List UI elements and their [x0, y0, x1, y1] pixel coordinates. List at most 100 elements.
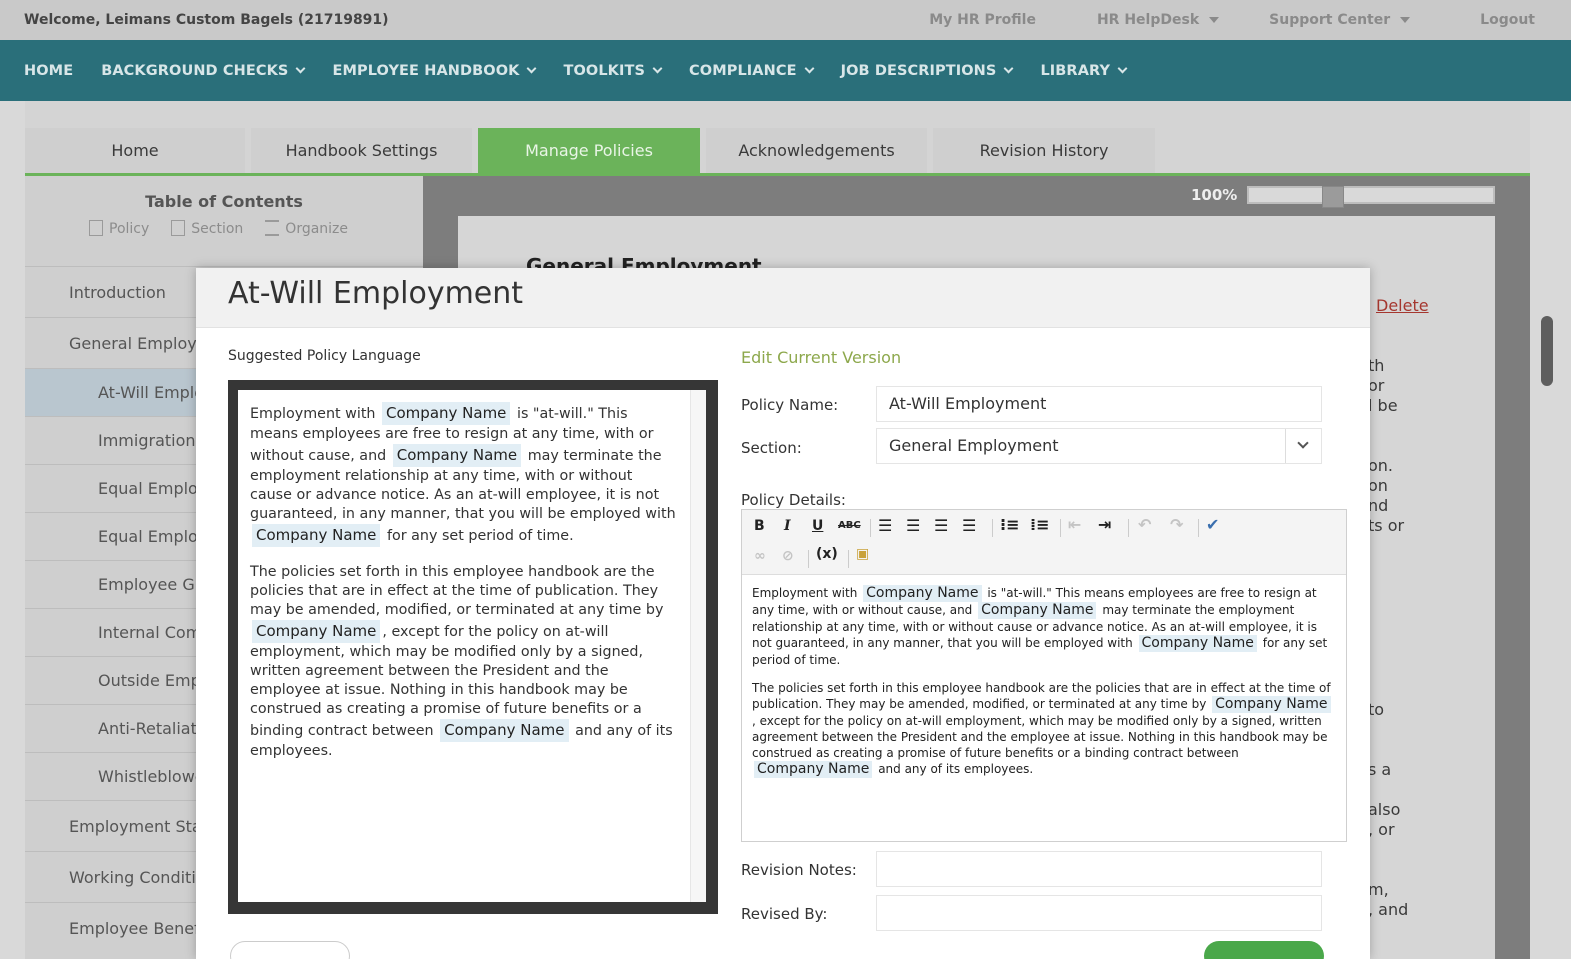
spellcheck-icon[interactable]: ✔ — [1206, 515, 1219, 534]
toolbar-separator — [848, 550, 849, 568]
suggested-paragraph: The policies set forth in this employee … — [250, 563, 678, 761]
strikethrough-button[interactable]: ABC — [838, 520, 861, 531]
text-run: , except for the policy on at-will emplo… — [752, 714, 1328, 760]
bullet-list-icon[interactable]: ⁝≡ — [1000, 515, 1019, 534]
caret-down-icon — [1209, 17, 1220, 23]
tab-manage-policies[interactable]: Manage Policies — [478, 128, 700, 173]
merge-tag: Company Name — [754, 761, 873, 778]
text-run: for any set period of time. — [386, 528, 574, 544]
section-label: Section: — [741, 439, 802, 457]
doc-text-fragment: , or — [1368, 820, 1395, 839]
section-select[interactable]: General Employment — [876, 428, 1322, 464]
top-links: My HR Profile HR HelpDesk Support Center… — [929, 12, 1547, 28]
justify-icon[interactable]: ☰ — [962, 516, 976, 535]
policy-name-input[interactable]: At-Will Employment — [876, 386, 1322, 422]
tab-revision-history[interactable]: Revision History — [933, 128, 1155, 173]
delete-link[interactable]: Delete — [1376, 296, 1429, 315]
merge-tag: Company Name — [1138, 635, 1257, 652]
suggested-scrollbar[interactable] — [690, 390, 706, 902]
policy-details-label: Policy Details: — [741, 491, 846, 509]
italic-button[interactable]: I — [784, 518, 791, 534]
save-button[interactable] — [1204, 941, 1324, 959]
revised-by-input[interactable] — [876, 895, 1322, 931]
organize-button[interactable]: Organize — [265, 220, 348, 237]
text-run: The policies set forth in this employee … — [250, 564, 664, 618]
numbered-list-icon[interactable]: ⁞≡ — [1030, 515, 1049, 534]
add-document-icon — [89, 220, 103, 236]
tab-home[interactable]: Home — [25, 128, 245, 173]
tab-acknowledgements[interactable]: Acknowledgements — [706, 128, 927, 173]
add-section-button[interactable]: Section — [171, 220, 243, 237]
merge-tag: Company Name — [252, 524, 381, 547]
insert-variable-icon[interactable]: (x) — [816, 546, 838, 562]
zoom-slider-thumb[interactable] — [1322, 186, 1344, 208]
suggested-language-box: Employment with Company Name is "at-will… — [228, 380, 718, 914]
support-center-label: Support Center — [1269, 12, 1391, 28]
edit-current-version-title: Edit Current Version — [741, 348, 902, 367]
hr-helpdesk-link[interactable]: HR HelpDesk — [1097, 12, 1220, 28]
nav-toolkits[interactable]: TOOLKITS — [563, 62, 663, 79]
align-left-icon[interactable]: ☰ — [878, 516, 892, 535]
support-center-link[interactable]: Support Center — [1269, 12, 1411, 28]
tab-handbook-settings[interactable]: Handbook Settings — [251, 128, 472, 173]
chevron-down-icon[interactable] — [1285, 429, 1321, 463]
align-center-icon[interactable]: ☰ — [906, 516, 920, 535]
chevron-down-icon — [1117, 63, 1128, 74]
revision-notes-input[interactable] — [876, 851, 1322, 887]
toolbar-separator — [1198, 519, 1199, 537]
nav-label: EMPLOYEE HANDBOOK — [332, 62, 520, 79]
bold-button[interactable]: B — [754, 518, 765, 534]
indent-icon[interactable]: ⇥ — [1098, 515, 1111, 534]
doc-text-fragment: or — [1368, 376, 1385, 395]
chevron-down-icon — [1003, 63, 1014, 74]
nav-job-descriptions[interactable]: JOB DESCRIPTIONS — [840, 62, 1014, 79]
add-policy-label: Policy — [109, 221, 150, 237]
merge-tag: Company Name — [382, 402, 511, 425]
main-nav: HOME BACKGROUND CHECKS EMPLOYEE HANDBOOK… — [0, 40, 1571, 101]
paste-from-word-icon[interactable]: ▣ — [856, 546, 869, 562]
nav-employee-handbook[interactable]: EMPLOYEE HANDBOOK — [332, 62, 537, 79]
outdent-icon[interactable]: ⇤ — [1068, 515, 1081, 534]
toolbar-separator — [992, 519, 993, 537]
nav-label: LIBRARY — [1040, 62, 1111, 79]
rich-text-editor[interactable]: B I U ABC ☰ ☰ ☰ ☰ ⁝≡ ⁞≡ ⇤ ⇥ ↶ ↷ ✔ ∞ ⊘ (x… — [741, 509, 1347, 842]
toolbar-separator — [1060, 519, 1061, 537]
nav-compliance[interactable]: COMPLIANCE — [689, 62, 815, 79]
nav-label: HOME — [24, 62, 74, 79]
add-policy-button[interactable]: Policy — [89, 220, 149, 237]
merge-tag: Company Name — [440, 719, 569, 742]
nav-label: BACKGROUND CHECKS — [101, 62, 289, 79]
suggested-label: Suggested Policy Language — [228, 348, 421, 364]
doc-text-fragment: ts or — [1368, 516, 1405, 535]
align-right-icon[interactable]: ☰ — [934, 516, 948, 535]
organize-icon — [265, 220, 280, 236]
nav-library[interactable]: LIBRARY — [1040, 62, 1128, 79]
nav-label: TOOLKITS — [563, 62, 646, 79]
doc-text-fragment: also — [1368, 800, 1401, 819]
link-icon[interactable]: ∞ — [754, 548, 766, 564]
unlink-icon[interactable]: ⊘ — [782, 548, 794, 564]
editor-toolbar: B I U ABC ☰ ☰ ☰ ☰ ⁝≡ ⁞≡ ⇤ ⇥ ↶ ↷ ✔ ∞ ⊘ (x… — [742, 510, 1346, 575]
top-bar: Welcome, Leimans Custom Bagels (21719891… — [0, 0, 1571, 40]
logout-link[interactable]: Logout — [1480, 12, 1535, 28]
my-hr-profile-link[interactable]: My HR Profile — [929, 12, 1036, 28]
nav-background-checks[interactable]: BACKGROUND CHECKS — [101, 62, 306, 79]
redo-icon[interactable]: ↷ — [1170, 515, 1183, 534]
undo-icon[interactable]: ↶ — [1138, 515, 1151, 534]
cancel-button[interactable] — [230, 941, 350, 959]
editor-content[interactable]: Employment with Company Name is "at-will… — [742, 575, 1346, 800]
revision-notes-label: Revision Notes: — [741, 861, 857, 879]
zoom-label: 100% — [1191, 186, 1238, 204]
doc-scrollbar[interactable] — [1541, 316, 1553, 386]
zoom-slider[interactable] — [1247, 186, 1495, 208]
toolbar-separator — [1128, 519, 1129, 537]
underline-button[interactable]: U — [812, 518, 823, 534]
nav-label: COMPLIANCE — [689, 62, 797, 79]
doc-text-fragment: s a — [1368, 760, 1392, 779]
revised-by-label: Revised By: — [741, 905, 828, 923]
nav-label: JOB DESCRIPTIONS — [840, 62, 997, 79]
nav-home[interactable]: HOME — [24, 63, 73, 79]
add-section-label: Section — [191, 221, 244, 237]
welcome-text: Welcome, Leimans Custom Bagels (21719891… — [24, 12, 389, 28]
doc-text-fragment: on — [1368, 476, 1388, 495]
